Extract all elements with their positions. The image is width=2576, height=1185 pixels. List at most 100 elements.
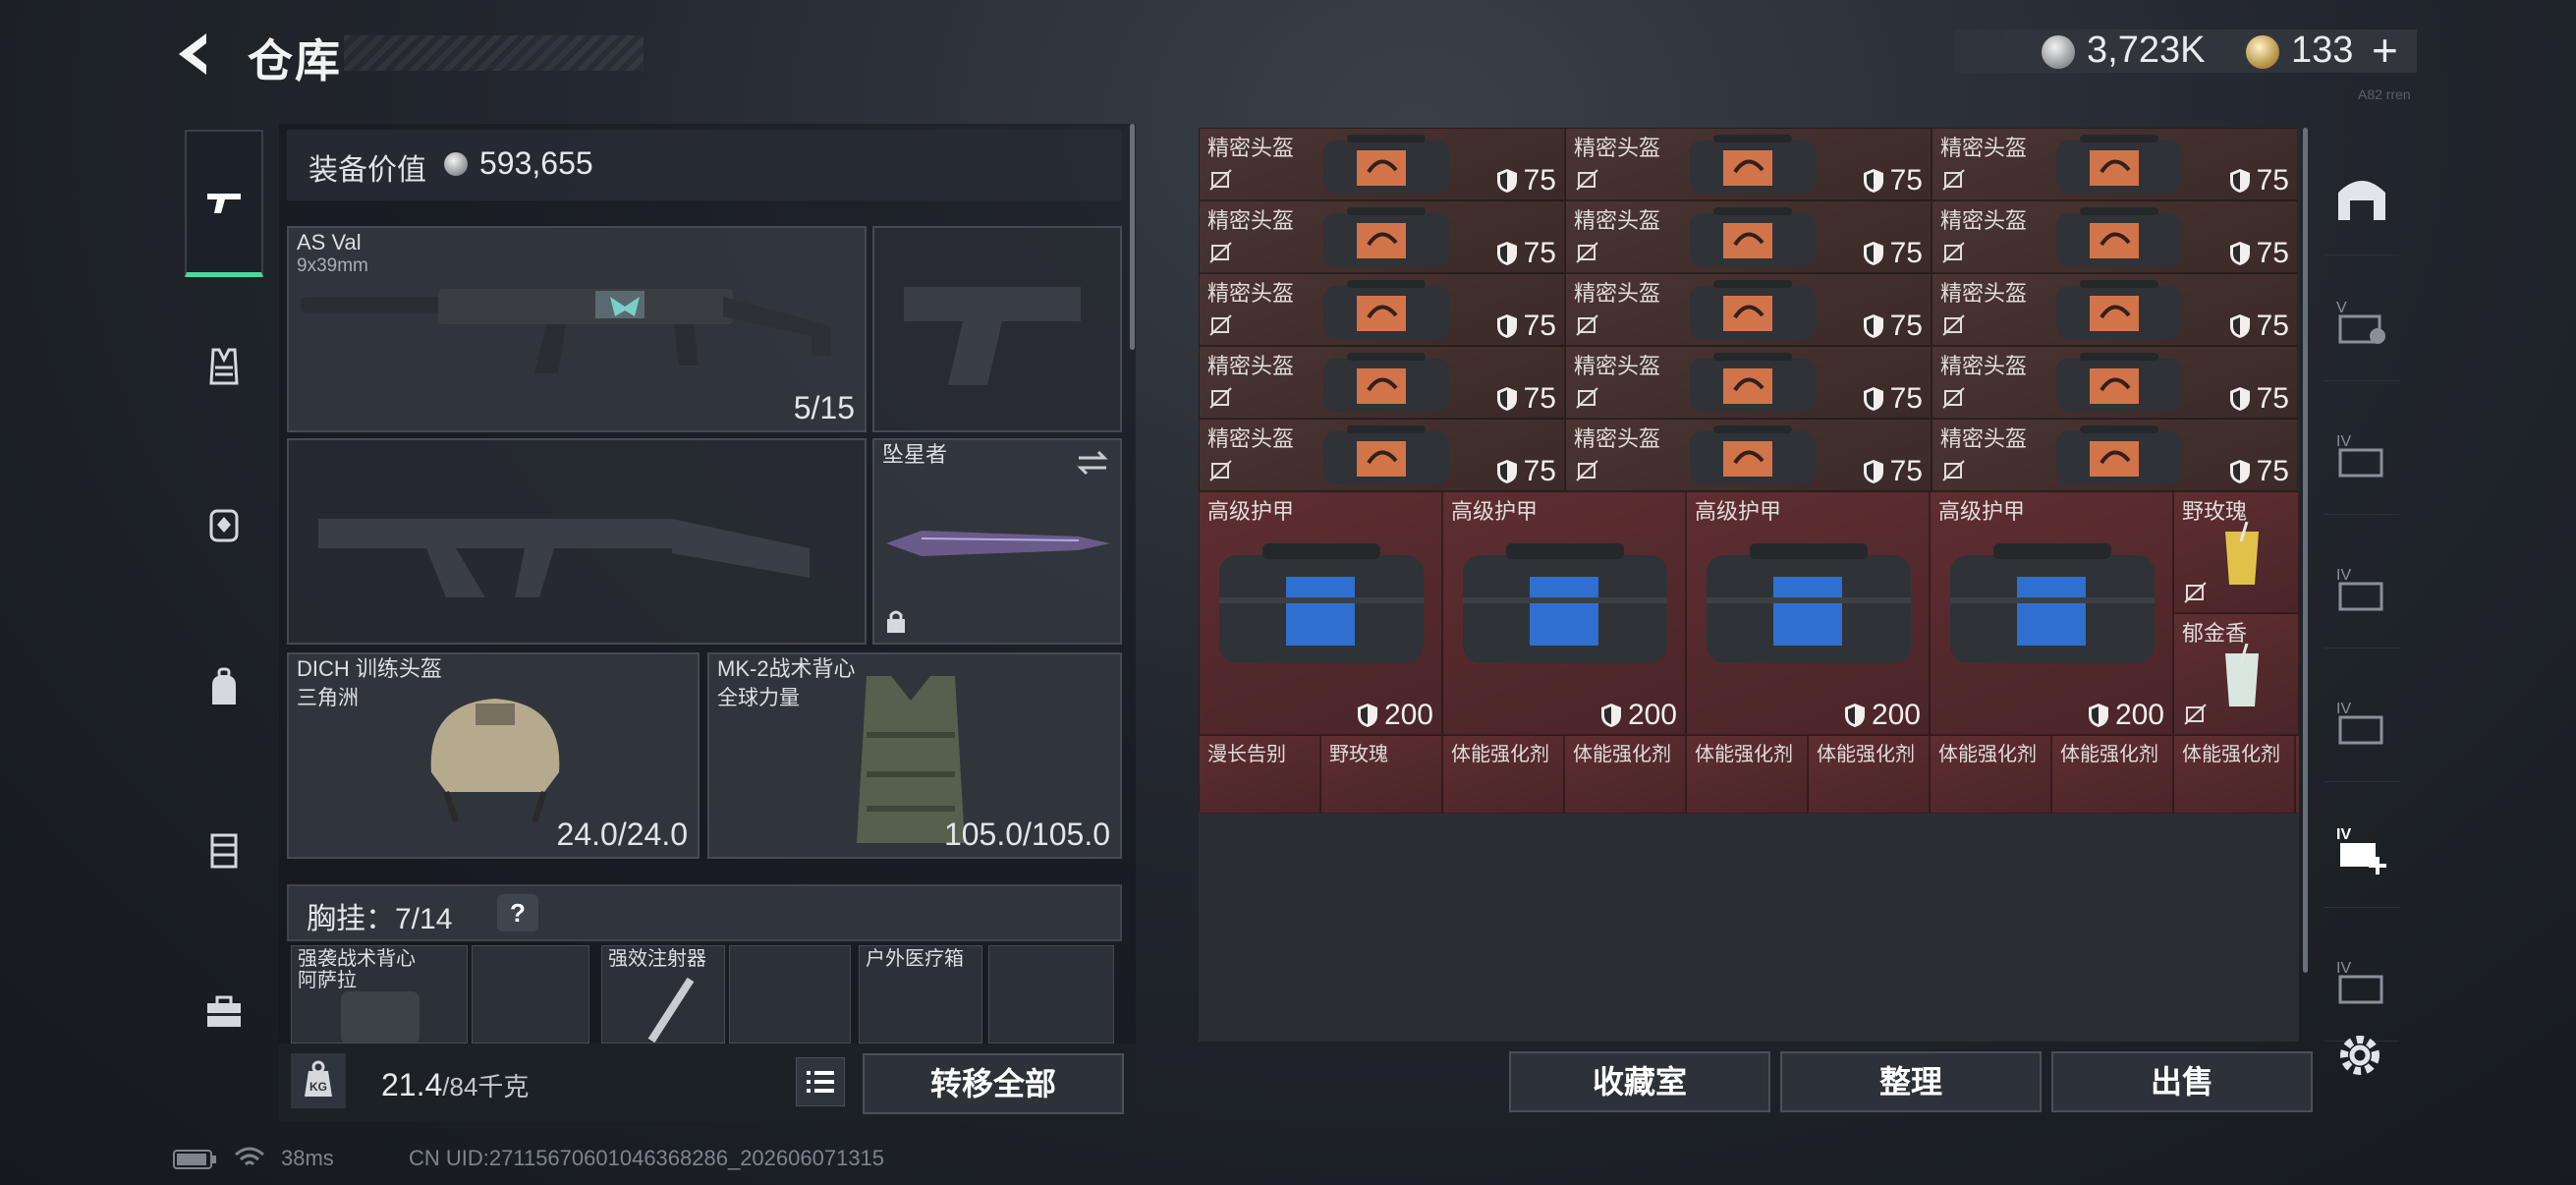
armor-item-cell[interactable]: 高级护甲 200: [1930, 491, 2173, 735]
nav-armor[interactable]: [185, 293, 263, 440]
vest-icon: [209, 348, 239, 385]
item-value-number: 200: [1871, 699, 1921, 731]
armor-shield-icon: [2229, 387, 2250, 411]
rail-tab-storage-4c[interactable]: IV: [2324, 664, 2399, 782]
item-name: 高级护甲: [1207, 499, 1295, 524]
title-stripe: [344, 35, 644, 71]
helmet-slot[interactable]: DICH 训练头盔 三角洲 24.0/24.0: [287, 652, 700, 859]
item-name: 体能强化剂: [1695, 744, 1793, 765]
consumable-item-cell[interactable]: 漫长告别: [1199, 735, 1320, 814]
collection-button[interactable]: 收藏室: [1509, 1051, 1770, 1112]
help-button[interactable]: ?: [497, 894, 538, 931]
settings-gear-icon[interactable]: [2332, 1028, 2387, 1083]
rail-tab-home[interactable]: [2324, 138, 2399, 255]
chest-slot[interactable]: 强袭战术背心 阿萨拉: [291, 945, 468, 1044]
consumable-item-cell[interactable]: 体能强化剂: [1564, 735, 1686, 814]
consumable-item-cell[interactable]: 体能强化剂: [1442, 735, 1564, 814]
no-insure-icon: [1942, 169, 1965, 191]
helmet-item-cell[interactable]: 精密头盔 75: [1565, 273, 1932, 346]
armor-shield-icon: [2229, 460, 2250, 483]
nav-rig[interactable]: [185, 776, 263, 924]
chest-slot-empty[interactable]: [729, 945, 851, 1044]
helmet-item-cell[interactable]: 精密头盔 75: [1932, 200, 2298, 273]
transfer-all-button[interactable]: 转移全部: [863, 1053, 1124, 1114]
chest-slot[interactable]: 强效注射器: [601, 945, 725, 1044]
list-view-button[interactable]: [796, 1057, 845, 1106]
armor-shield-icon: [1496, 314, 1517, 338]
consumable-item-cell[interactable]: 体能强化剂: [1930, 735, 2051, 814]
consumable-item-cell[interactable]: 郁金香: [2173, 613, 2299, 735]
loadout-scrollbar[interactable]: [1130, 124, 1135, 350]
rail-tab-add-storage[interactable]: IV: [2324, 790, 2399, 908]
helmet-item-cell[interactable]: 精密头盔 75: [1199, 128, 1565, 200]
helmet-case-image: [1684, 423, 1821, 490]
melee-slot[interactable]: 坠星者: [872, 438, 1122, 645]
weight-badge-text: KG: [309, 1080, 327, 1094]
storage-box-icon: IV: [2336, 960, 2383, 1003]
swap-icon[interactable]: [1075, 448, 1110, 478]
consumable-item-cell[interactable]: 野玫瑰: [1320, 735, 1442, 814]
rifle-silhouette: [318, 519, 810, 597]
nav-weapons[interactable]: [185, 130, 263, 277]
pistol-slot[interactable]: [872, 226, 1122, 432]
silver-coin-icon: [444, 152, 468, 176]
helmet-item-cell[interactable]: 精密头盔 75: [1932, 128, 2298, 200]
item-value-number: 75: [1889, 164, 1923, 197]
helmet-item-cell[interactable]: 精密头盔 75: [1199, 273, 1565, 346]
consumable-item-cell[interactable]: 体能强化剂: [2295, 735, 2299, 814]
consumable-item-cell[interactable]: 体能强化剂: [1686, 735, 1808, 814]
armor-item-cell[interactable]: 高级护甲 200: [1686, 491, 1930, 735]
version-text: A82 rren: [2358, 86, 2411, 102]
rail-tab-storage-5[interactable]: V: [2324, 263, 2399, 381]
no-insure-icon: [1576, 242, 1598, 263]
chest-slot[interactable]: 户外医疗箱: [859, 945, 982, 1044]
armor-item-cell[interactable]: 高级护甲 200: [1199, 491, 1442, 735]
nav-case[interactable]: [185, 938, 263, 1086]
rail-tab-storage-4d[interactable]: IV: [2324, 924, 2399, 1042]
rail-tab-storage-4b[interactable]: IV: [2324, 531, 2399, 649]
helmet-item-cell[interactable]: 精密头盔 75: [1932, 419, 2298, 491]
item-value-number: 75: [1523, 164, 1556, 197]
helmet-item-cell[interactable]: 精密头盔 75: [1199, 346, 1565, 419]
armor-item-cell[interactable]: 高级护甲 200: [1442, 491, 1686, 735]
helmet-item-cell[interactable]: 精密头盔 75: [1932, 346, 2298, 419]
consumable-item-cell[interactable]: 体能强化剂: [2173, 735, 2295, 814]
helmet-item-cell[interactable]: 精密头盔 75: [1565, 200, 1932, 273]
secondary-weapon-slot[interactable]: [287, 438, 867, 645]
armor-slot[interactable]: MK-2战术背心 全球力量 105.0/105.0: [707, 652, 1122, 859]
add-currency-button[interactable]: +: [2372, 24, 2398, 77]
helmet-item-cell[interactable]: 精密头盔 75: [1199, 200, 1565, 273]
rail-tab-storage-4a[interactable]: IV: [2324, 397, 2399, 515]
helmet-item-cell[interactable]: 精密头盔 75: [1565, 346, 1932, 419]
consumable-item-cell[interactable]: 体能强化剂: [1808, 735, 1930, 814]
helmet-item-cell[interactable]: 精密头盔 75: [1565, 128, 1932, 200]
no-insure-icon: [1209, 314, 1232, 336]
item-value-number: 200: [2114, 699, 2164, 731]
item-value: 75: [2229, 164, 2289, 198]
consumable-item-cell[interactable]: 野玫瑰: [2173, 491, 2299, 613]
consumable-item-cell[interactable]: 体能强化剂: [2051, 735, 2173, 814]
back-arrow-icon[interactable]: [167, 28, 220, 81]
sell-button[interactable]: 出售: [2051, 1051, 2313, 1112]
loadout-nav: [173, 118, 271, 1061]
helmet-item-cell[interactable]: 精密头盔 75: [1565, 419, 1932, 491]
helmet-item-cell[interactable]: 精密头盔 75: [1199, 419, 1565, 491]
primary-weapon-slot[interactable]: AS Val 9x39mm 5/15: [287, 226, 867, 432]
helmet-icon: [209, 509, 239, 542]
lock-icon: [887, 610, 905, 633]
nav-helmet[interactable]: [185, 452, 263, 599]
item-name: 精密头盔: [1574, 426, 1661, 451]
item-name: 高级护甲: [1938, 499, 2026, 524]
helmet-case-image: [2050, 351, 2188, 418]
storage-scrollbar[interactable]: [2303, 128, 2308, 973]
storage-box-icon: V: [2336, 300, 2385, 344]
armor-shield-icon: [2229, 169, 2250, 193]
chest-slot-empty[interactable]: [472, 945, 589, 1044]
nav-backpack[interactable]: [185, 614, 263, 762]
svg-text:IV: IV: [2336, 433, 2351, 450]
item-value-number: 75: [2256, 164, 2289, 197]
item-value-number: 75: [1523, 455, 1556, 487]
helmet-item-cell[interactable]: 精密头盔 75: [1932, 273, 2298, 346]
chest-slot-empty[interactable]: [988, 945, 1114, 1044]
sort-button[interactable]: 整理: [1780, 1051, 2042, 1112]
